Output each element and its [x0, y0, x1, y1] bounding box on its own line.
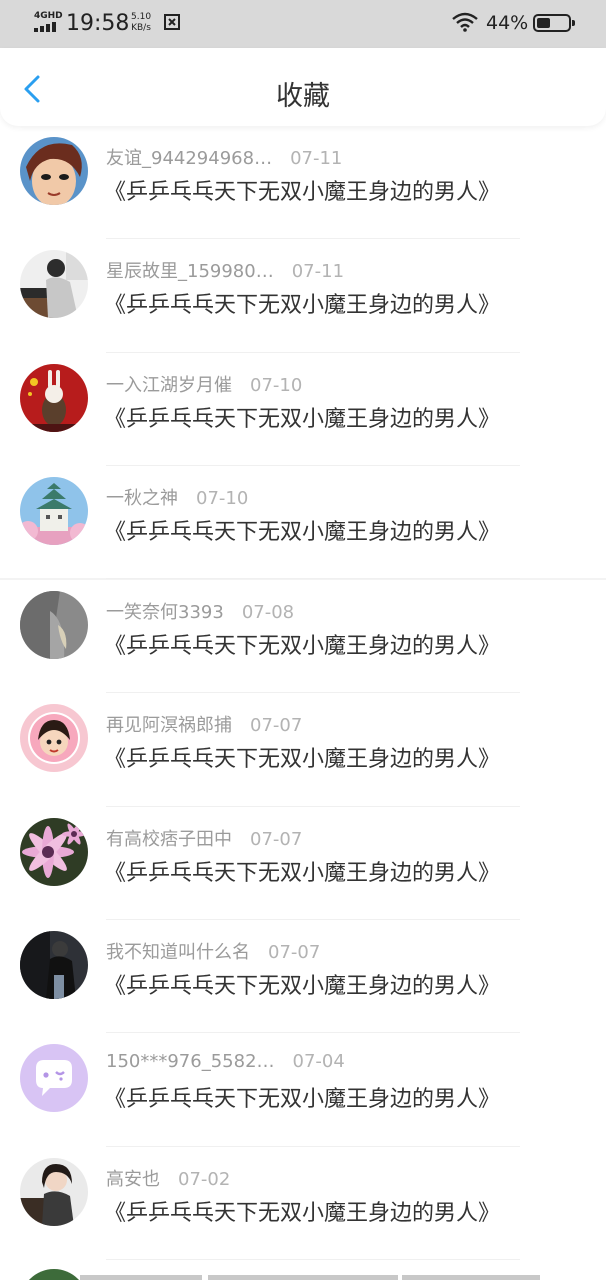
- work-title[interactable]: 《乒乒乓乓天下无双小魔王身边的男人》: [104, 514, 500, 546]
- username[interactable]: 星辰故里_159980…: [106, 261, 274, 282]
- avatar[interactable]: [20, 1044, 88, 1113]
- favorite-item[interactable]: 一入江湖岁月催 07-10 《乒乒乓乓天下无双小魔王身边的男人》: [0, 353, 606, 466]
- avatar[interactable]: [20, 1157, 88, 1226]
- avatar[interactable]: [20, 363, 88, 432]
- post-date: 07-07: [250, 828, 303, 850]
- partial-next-item: [0, 1259, 606, 1280]
- avatar[interactable]: [20, 931, 88, 1000]
- work-title[interactable]: 《乒乒乓乓天下无双小魔王身边的男人》: [104, 287, 500, 319]
- avatar[interactable]: [20, 476, 88, 545]
- username[interactable]: 一秋之神: [106, 488, 178, 509]
- work-title[interactable]: 《乒乒乓乓天下无双小魔王身边的男人》: [104, 1081, 500, 1113]
- post-date: 07-07: [250, 715, 303, 737]
- nav-header: 收藏: [0, 48, 606, 126]
- work-title[interactable]: 《乒乒乓乓天下无双小魔王身边的男人》: [104, 968, 500, 1000]
- item-meta: 友谊_944294968… 07-11: [106, 144, 342, 170]
- work-title[interactable]: 《乒乒乓乓天下无双小魔王身边的男人》: [104, 741, 500, 773]
- post-date: 07-10: [250, 374, 303, 396]
- favorite-item[interactable]: 150***976_5582… 07-04 《乒乒乓乓天下无双小魔王身边的男人》: [0, 1033, 606, 1147]
- post-date: 07-08: [241, 602, 295, 624]
- network-speed: 5.10 KB/s: [131, 12, 151, 34]
- username[interactable]: 我不知道叫什么名: [106, 942, 250, 963]
- avatar[interactable]: [20, 817, 88, 886]
- post-date: 07-11: [291, 261, 345, 283]
- avatar-image: [20, 250, 88, 319]
- username[interactable]: 150***976_5582…: [106, 1051, 275, 1072]
- post-date: 07-04: [292, 1051, 345, 1073]
- placeholder-bar: [402, 1275, 540, 1280]
- username[interactable]: 有高校痞子田中: [106, 829, 232, 850]
- username[interactable]: 一笑奈何3393: [106, 602, 224, 623]
- status-time: 19:58: [66, 11, 130, 36]
- battery-percent: 44%: [486, 12, 529, 34]
- divider: [106, 578, 520, 580]
- notification-icon: [164, 13, 182, 31]
- work-title[interactable]: 《乒乒乓乓天下无双小魔王身边的男人》: [104, 1195, 500, 1227]
- username[interactable]: 高安也: [106, 1169, 160, 1190]
- avatar-image: [20, 1157, 88, 1226]
- item-meta: 一入江湖岁月催 07-10: [106, 371, 302, 397]
- avatar[interactable]: [20, 137, 88, 205]
- speed-unit: KB/s: [131, 23, 151, 33]
- avatar-image: [20, 591, 88, 660]
- item-meta: 一秋之神 07-10: [106, 484, 248, 510]
- favorite-item[interactable]: 一笑奈何3393 07-08 《乒乒乓乓天下无双小魔王身边的男人》: [0, 580, 606, 694]
- item-meta: 有高校痞子田中 07-07: [106, 825, 302, 851]
- page-title: 收藏: [276, 81, 330, 112]
- work-title[interactable]: 《乒乒乓乓天下无双小魔王身边的男人》: [104, 401, 500, 433]
- favorite-item[interactable]: 再见阿溟祸郎捕 07-07 《乒乒乓乓天下无双小魔王身边的男人》: [0, 693, 606, 807]
- item-meta: 150***976_5582… 07-04: [106, 1051, 345, 1072]
- network-type: 4GHD: [34, 11, 63, 21]
- username[interactable]: 再见阿溟祸郎捕: [106, 715, 232, 736]
- favorite-item[interactable]: 星辰故里_159980… 07-11 《乒乒乓乓天下无双小魔王身边的男人》: [0, 239, 606, 353]
- avatar-image: [20, 363, 88, 432]
- avatar: [20, 1269, 88, 1280]
- work-title[interactable]: 《乒乒乓乓天下无双小魔王身边的男人》: [104, 174, 500, 206]
- item-meta: 再见阿溟祸郎捕 07-07: [106, 711, 302, 737]
- avatar-image: [20, 476, 88, 545]
- avatar-image: [20, 704, 88, 773]
- post-date: 07-11: [290, 148, 343, 169]
- item-meta: 一笑奈何3393 07-08: [106, 598, 294, 624]
- favorite-item[interactable]: 高安也 07-02 《乒乒乓乓天下无双小魔王身边的男人》: [0, 1147, 606, 1260]
- work-title[interactable]: 《乒乒乓乓天下无双小魔王身边的男人》: [104, 855, 500, 887]
- avatar[interactable]: [20, 591, 88, 660]
- placeholder-bar: [80, 1275, 202, 1280]
- signal-icon: [34, 22, 58, 32]
- status-bar: 4GHD 19:58 5.10 KB/s 44%: [0, 0, 606, 48]
- item-meta: 我不知道叫什么名 07-07: [106, 938, 320, 964]
- favorite-item[interactable]: 我不知道叫什么名 07-07 《乒乒乓乓天下无双小魔王身边的男人》: [0, 920, 606, 1034]
- battery-icon: [533, 14, 575, 32]
- avatar-image: [20, 931, 88, 1000]
- username[interactable]: 友谊_944294968…: [106, 148, 272, 169]
- favorites-list: 友谊_944294968… 07-11 《乒乒乓乓天下无双小魔王身边的男人》 星辰故里…: [0, 126, 606, 1260]
- item-meta: 高安也 07-02: [106, 1165, 230, 1191]
- avatar[interactable]: [20, 250, 88, 319]
- favorite-item[interactable]: 有高校痞子田中 07-07 《乒乒乓乓天下无双小魔王身边的男人》: [0, 807, 606, 921]
- placeholder-bar: [208, 1275, 398, 1280]
- favorite-item[interactable]: 友谊_944294968… 07-11 《乒乒乓乓天下无双小魔王身边的男人》: [0, 126, 606, 240]
- post-date: 07-10: [196, 487, 249, 509]
- post-date: 07-02: [178, 1168, 231, 1190]
- avatar-image: [20, 817, 88, 886]
- wifi-icon: [452, 12, 478, 32]
- username[interactable]: 一入江湖岁月催: [106, 375, 232, 396]
- post-date: 07-07: [268, 942, 321, 964]
- item-meta: 星辰故里_159980… 07-11: [106, 257, 344, 283]
- work-title[interactable]: 《乒乒乓乓天下无双小魔王身边的男人》: [104, 628, 500, 660]
- avatar-image: [20, 1044, 88, 1113]
- speed-value: 5.10: [131, 12, 152, 22]
- avatar-image: [20, 137, 88, 205]
- avatar[interactable]: [20, 704, 88, 773]
- favorite-item[interactable]: 一秋之神 07-10 《乒乒乓乓天下无双小魔王身边的男人》: [0, 466, 606, 580]
